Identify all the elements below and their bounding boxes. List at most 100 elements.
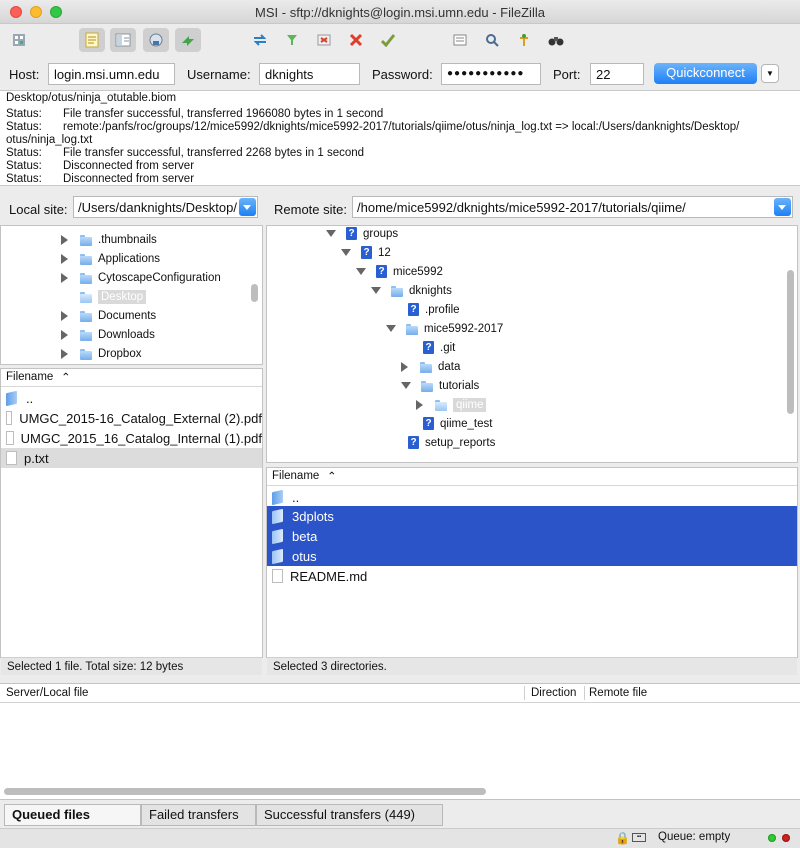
list-item[interactable]: README.md (267, 566, 797, 586)
tree-item[interactable]: dknights (371, 281, 452, 300)
port-input[interactable]: 22 (590, 63, 644, 85)
remote-file-list[interactable]: Filename ⌃ .. 3dplots beta otus README.m… (266, 467, 798, 658)
tree-item[interactable]: ? .git (404, 338, 455, 357)
log-line: Status: File transfer successful, transfe… (6, 147, 365, 159)
file-icon (6, 431, 14, 445)
toggle-tree-icon[interactable] (110, 28, 136, 52)
scrollbar[interactable] (4, 788, 486, 795)
tree-item[interactable]: ? setup_reports (389, 433, 495, 452)
tree-item[interactable]: ? mice5992 (356, 262, 443, 281)
list-item[interactable]: p.txt (1, 448, 262, 468)
disconnect-icon[interactable] (375, 28, 401, 52)
title-bar: MSI - sftp://dknights@login.msi.umn.edu … (0, 0, 800, 24)
expand-icon[interactable] (61, 253, 68, 264)
list-item[interactable]: 3dplots (267, 506, 797, 526)
expand-icon[interactable] (61, 310, 68, 321)
host-input[interactable]: login.msi.umn.edu (48, 63, 175, 85)
site-manager-icon[interactable] (6, 28, 32, 52)
list-item[interactable]: .. (1, 388, 262, 408)
transfer-queue[interactable]: Server/Local file Direction Remote file (0, 683, 800, 800)
filename-column-header[interactable]: Filename (272, 470, 319, 482)
collapse-icon[interactable] (356, 268, 366, 275)
toggle-remote-tree-icon[interactable] (143, 28, 169, 52)
collapse-icon[interactable] (386, 325, 396, 332)
filter-icon[interactable] (279, 28, 305, 52)
local-path-value: /Users/danknights/Desktop/ (78, 200, 237, 215)
list-item[interactable]: beta (267, 526, 797, 546)
collapse-icon[interactable] (371, 287, 381, 294)
quickconnect-button[interactable]: Quickconnect (654, 63, 757, 84)
expand-icon[interactable] (61, 234, 68, 245)
list-item[interactable]: UMGC_2015_16_Catalog_Internal (1).pdf (1, 428, 262, 448)
expand-icon[interactable] (61, 272, 68, 283)
log-line: Desktop/otus/ninja_otutable.biom (6, 92, 177, 104)
collapse-icon[interactable] (326, 230, 336, 237)
local-path-combo[interactable]: /Users/danknights/Desktop/ (73, 196, 258, 218)
message-log[interactable]: Desktop/otus/ninja_otutable.biom Status:… (0, 90, 800, 186)
list-item[interactable]: UMGC_2015-16_Catalog_External (2).pdf (1, 408, 262, 428)
tree-item[interactable]: Downloads (61, 325, 155, 344)
list-item[interactable]: .. (267, 487, 797, 507)
compare-icon[interactable] (447, 28, 473, 52)
folder-icon (421, 380, 433, 392)
folder-icon (6, 392, 18, 405)
tab-successful-transfers[interactable]: Successful transfers (449) (256, 804, 443, 826)
local-tree[interactable]: .thumbnails Applications CytoscapeConfig… (0, 225, 263, 365)
chevron-down-icon[interactable] (774, 198, 791, 216)
log-line: Status: remote:/panfs/roc/groups/12/mice5… (6, 121, 740, 133)
toggle-log-icon[interactable] (79, 28, 105, 52)
collapse-icon[interactable] (341, 249, 351, 256)
cancel-icon[interactable] (343, 28, 369, 52)
refresh-icon[interactable] (247, 28, 273, 52)
tree-item[interactable]: .thumbnails (61, 230, 157, 249)
tab-queued-files[interactable]: Queued files (4, 804, 141, 826)
list-item[interactable]: otus (267, 546, 797, 566)
chevron-down-icon[interactable]: ▼ (761, 64, 779, 83)
binoculars-icon[interactable] (543, 28, 569, 52)
folder-icon (80, 234, 92, 246)
tab-failed-transfers[interactable]: Failed transfers (141, 804, 256, 826)
chevron-down-icon[interactable] (239, 198, 256, 216)
remote-list-header[interactable]: Filename ⌃ (267, 468, 797, 486)
unknown-icon: ? (423, 341, 434, 354)
scrollbar[interactable] (251, 284, 258, 302)
collapse-icon[interactable] (401, 382, 411, 389)
tree-item[interactable]: Desktop (61, 287, 147, 306)
search-icon[interactable] (511, 28, 537, 52)
username-input[interactable]: dknights (259, 63, 360, 85)
tree-item[interactable]: Documents (61, 306, 156, 325)
folder-icon (420, 361, 432, 373)
tree-item[interactable]: ? 12 (341, 243, 391, 262)
tree-item[interactable]: ? .profile (389, 300, 460, 319)
direction-column-header[interactable]: Direction (531, 687, 576, 699)
local-file-list[interactable]: Filename ⌃ .. UMGC_2015-16_Catalog_Exter… (0, 368, 263, 658)
local-site-bar: Local site: /Users/danknights/Desktop/ (0, 190, 263, 226)
sync-browse-icon[interactable] (479, 28, 505, 52)
tree-item[interactable]: Dropbox (61, 344, 141, 363)
tree-item[interactable]: mice5992-2017 (386, 319, 503, 338)
tree-item[interactable]: qiime (416, 395, 487, 414)
expand-icon[interactable] (416, 399, 423, 410)
toolbar (0, 24, 800, 58)
process-queue-icon[interactable] (311, 28, 337, 52)
expand-icon[interactable] (61, 348, 68, 359)
filename-column-header[interactable]: Filename (6, 371, 53, 383)
tree-item[interactable]: data (401, 357, 460, 376)
expand-icon[interactable] (61, 329, 68, 340)
remote-path-combo[interactable]: /home/mice5992/dknights/mice5992-2017/tu… (352, 196, 793, 218)
local-list-header[interactable]: Filename ⌃ (1, 369, 262, 387)
folder-icon (80, 348, 92, 360)
tree-item[interactable]: Applications (61, 249, 160, 268)
scrollbar[interactable] (787, 270, 794, 414)
toggle-queue-icon[interactable] (175, 28, 201, 52)
remote-site-label: Remote site: (274, 202, 347, 217)
tree-item[interactable]: tutorials (401, 376, 479, 395)
remote-file-column-header[interactable]: Remote file (589, 687, 647, 699)
remote-tree[interactable]: ? groups ? 12 ? mice5992 dknights ? .profile… (266, 225, 798, 463)
password-input[interactable]: ●●●●●●●●●●● (441, 63, 541, 85)
tree-item[interactable]: ? groups (326, 226, 398, 243)
server-local-column-header[interactable]: Server/Local file (6, 687, 88, 699)
tree-item[interactable]: ? qiime_test (404, 414, 492, 433)
tree-item[interactable]: CytoscapeConfiguration (61, 268, 221, 287)
expand-icon[interactable] (401, 361, 408, 372)
